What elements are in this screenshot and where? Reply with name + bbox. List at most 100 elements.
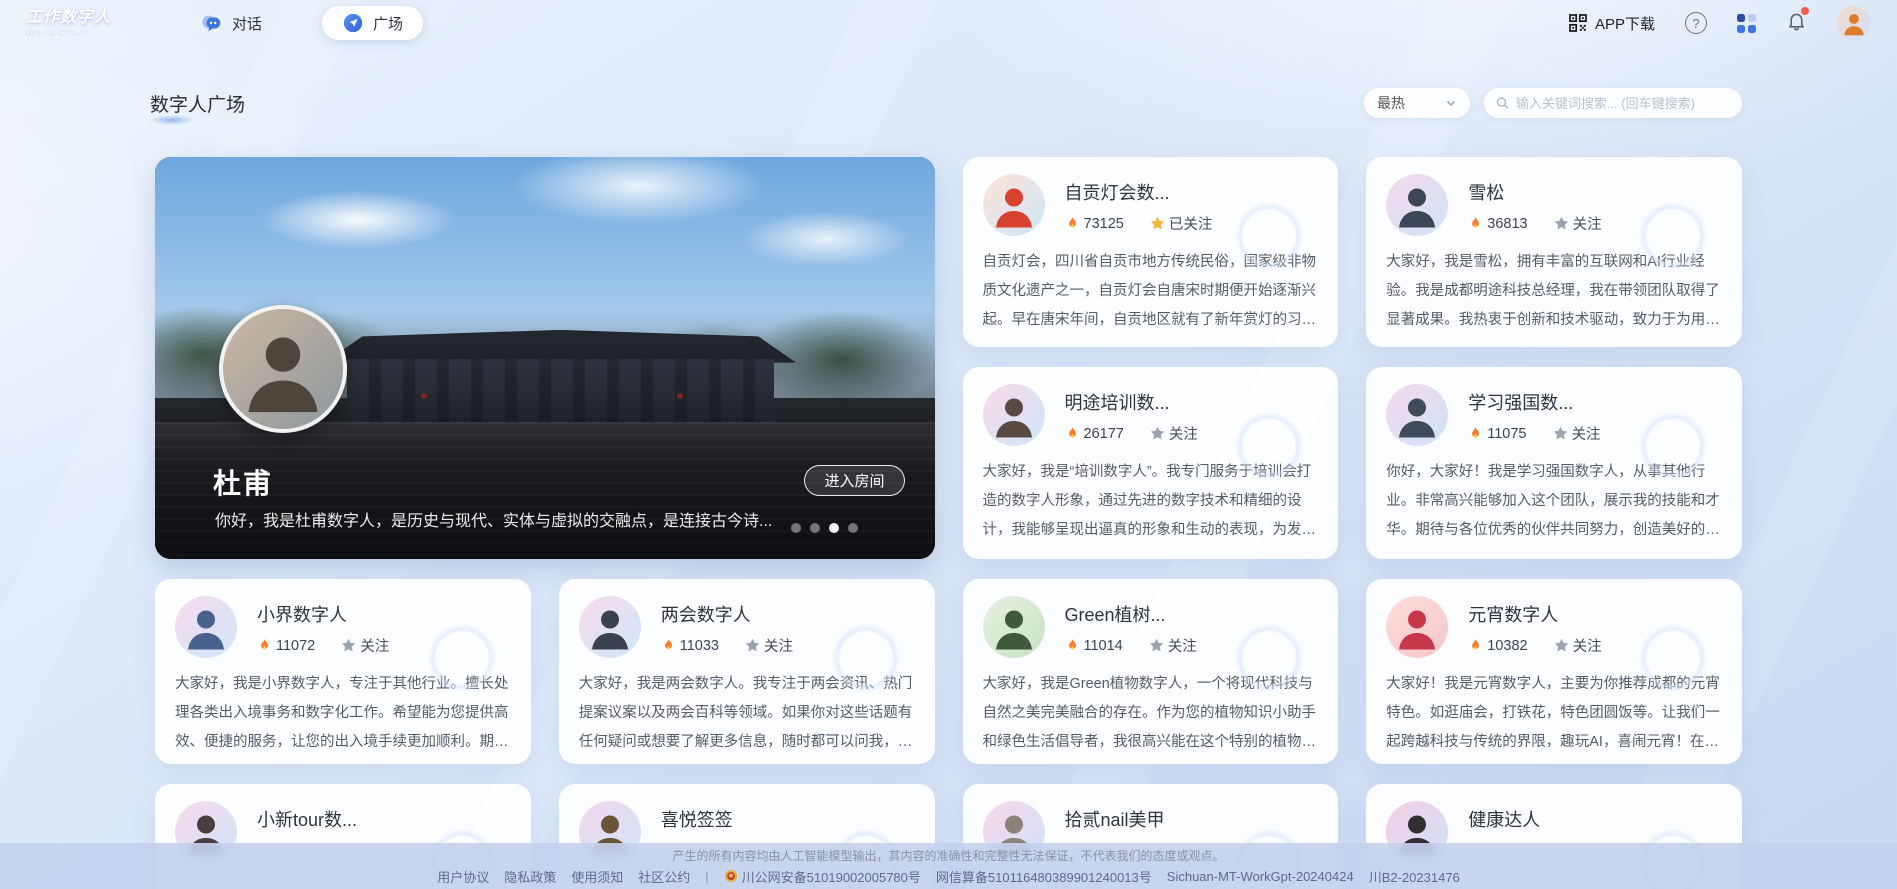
digital-human-card[interactable]: Green植树... 11014 关注 大家好，我是Green植物数字人，一个将… <box>962 579 1339 764</box>
avatar <box>1386 384 1449 446</box>
enter-room-button[interactable]: 进入房间 <box>804 465 905 496</box>
digital-human-card[interactable]: 学习强国数... 11075 关注 你好，大家好！我是学习强国数字人，从事其他行… <box>1366 367 1742 559</box>
digital-human-card[interactable]: 小界数字人 11072 关注 大家好，我是小界数字人，专注于其他行业。擅长处理各… <box>155 579 531 764</box>
chevron-down-icon <box>1446 100 1456 107</box>
follow-button[interactable]: 关注 <box>1554 635 1602 656</box>
avatar <box>982 596 1045 658</box>
digital-human-card[interactable]: 两会数字人 11033 关注 大家好，我是两会数字人。我专注于两会资讯、热门提案… <box>558 579 935 764</box>
app-download-button[interactable]: APP下载 <box>1569 13 1655 34</box>
user-avatar[interactable] <box>1837 6 1871 40</box>
follow-button[interactable]: 关注 <box>1554 213 1602 234</box>
hero-name: 杜甫 <box>213 468 274 499</box>
main-nav: 对话 广场 <box>181 6 424 40</box>
star-icon <box>1150 426 1165 441</box>
follow-button[interactable]: 关注 <box>1150 423 1198 444</box>
avatar <box>175 596 237 658</box>
follow-button[interactable]: 关注 <box>341 635 389 656</box>
follow-button[interactable]: 关注 <box>745 635 793 656</box>
nav-tab-plaza[interactable]: 广场 <box>322 6 424 40</box>
avatar <box>982 174 1045 236</box>
page-footer: 产生的所有内容均由人工智能模型输出，其内容的准确性和完整性无法保证，不代表我们的… <box>0 843 1897 889</box>
police-badge-icon <box>724 869 737 883</box>
enter-room-label: 进入房间 <box>824 473 885 490</box>
digital-human-card[interactable]: 元宵数字人 10382 关注 大家好！我是元宵数字人，主要为你推荐成都的元宵特色… <box>1366 579 1742 764</box>
carousel-dot-active[interactable] <box>829 523 839 533</box>
fire-icon <box>1065 216 1080 231</box>
sort-dropdown[interactable]: 最热 <box>1364 88 1470 118</box>
topbar-right: APP下载 ? <box>1569 6 1871 40</box>
card-name: 学习强国数... <box>1468 393 1574 413</box>
nav-tab-chat[interactable]: 对话 <box>181 6 282 40</box>
avatar <box>1386 596 1449 658</box>
apps-grid-icon[interactable] <box>1737 13 1756 33</box>
digital-human-card[interactable]: 明途培训数... 26177 关注 大家好，我是“培训数字人”。我专门服务于培训… <box>962 367 1339 559</box>
card-description: 大家好，我是Green植物数字人，一个将现代科技与自然之美完美融合的存在。作为您… <box>982 676 1317 750</box>
card-description: 大家好！我是元宵数字人，主要为你推荐成都的元宵特色。如逛庙会，打铁花，特色团圆饭… <box>1386 676 1720 750</box>
app-logo: 工作数字人 WorkChat <box>26 10 111 36</box>
fire-icon <box>1468 638 1483 653</box>
heat-count: 26177 <box>1083 425 1124 442</box>
person-icon <box>237 323 329 415</box>
help-icon[interactable]: ? <box>1685 12 1707 34</box>
fire-icon <box>1468 216 1483 231</box>
heat-count: 10382 <box>1487 637 1528 654</box>
logo-title: 工作数字人 <box>26 9 112 26</box>
heat-count: 11075 <box>1487 425 1527 442</box>
footer-link-privacy-policy[interactable]: 隐私政策 <box>504 867 556 886</box>
follow-button[interactable]: 已关注 <box>1150 213 1213 234</box>
notification-bell[interactable] <box>1786 7 1809 36</box>
card-name: 拾贰nail美甲 <box>1064 810 1165 830</box>
follow-label: 已关注 <box>1168 217 1213 233</box>
carousel-dot[interactable] <box>848 523 858 533</box>
heat-count: 11072 <box>276 637 316 654</box>
icp-record-number[interactable]: 川B2-20231476 <box>1369 867 1460 886</box>
person-icon <box>1841 10 1867 36</box>
search-input[interactable] <box>1515 95 1730 111</box>
logo-subtitle: WorkChat <box>26 27 90 36</box>
carousel-dot[interactable] <box>791 523 801 533</box>
footer-separator: | <box>705 868 709 884</box>
star-icon <box>1554 216 1569 231</box>
fire-icon <box>1065 426 1080 441</box>
digital-human-card[interactable]: 雪松 36813 关注 大家好，我是雪松，拥有丰富的互联网和AI行业经验。我是成… <box>1366 157 1742 347</box>
digital-human-card[interactable]: 自贡灯会数... 73125 已关注 自贡灯会，四川省自贡市地方传统民俗，国家级… <box>962 157 1339 347</box>
help-glyph: ? <box>1692 15 1700 31</box>
police-record-number[interactable]: 川公网安备51019002005780号 <box>742 867 921 886</box>
star-icon <box>1554 638 1569 653</box>
card-description: 大家好，我是“培训数字人”。我专门服务于培训会打造的数字人形象，通过先进的数字技… <box>982 464 1317 538</box>
star-icon <box>341 638 356 653</box>
footer-link-usage-notice[interactable]: 使用须知 <box>571 867 623 886</box>
fire-icon <box>257 638 272 653</box>
follow-label: 关注 <box>360 639 390 655</box>
follow-button[interactable]: 关注 <box>1553 423 1601 444</box>
card-name: 雪松 <box>1468 183 1505 203</box>
footer-link-community-rules[interactable]: 社区公约 <box>638 867 690 886</box>
ai-disclaimer: 产生的所有内容均由人工智能模型输出，其内容的准确性和完整性无法保证，不代表我们的… <box>672 848 1225 863</box>
card-name: 小新tour数... <box>257 810 358 830</box>
fire-icon <box>661 638 676 653</box>
avatar <box>982 384 1045 446</box>
model-record-number: Sichuan-MT-WorkGpt-20240424 <box>1166 868 1354 884</box>
compass-plaza-icon <box>343 13 363 33</box>
hero-carousel-card[interactable]: 杜甫 你好，我是杜甫数字人，是历史与现代、实体与虚拟的交融点，是连接古今诗...… <box>155 157 935 559</box>
plaza-toolbar: 数字人广场 最热 <box>150 88 1742 125</box>
footer-link-user-agreement[interactable]: 用户协议 <box>437 867 489 886</box>
follow-label: 关注 <box>764 639 793 655</box>
notification-dot <box>1801 7 1809 15</box>
sort-value: 最热 <box>1377 95 1405 111</box>
carousel-dots <box>791 523 858 533</box>
hero-description: 你好，我是杜甫数字人，是历史与现代、实体与虚拟的交融点，是连接古今诗... <box>215 513 773 530</box>
carousel-dot[interactable] <box>810 523 820 533</box>
follow-label: 关注 <box>1167 639 1197 655</box>
card-name: 小界数字人 <box>257 605 347 625</box>
follow-label: 关注 <box>1168 427 1198 443</box>
star-icon <box>1553 426 1568 441</box>
follow-button[interactable]: 关注 <box>1149 635 1197 656</box>
heat-count: 36813 <box>1487 215 1528 232</box>
algorithm-record-number[interactable]: 网信算备510116480389901240013号 <box>936 867 1152 886</box>
card-description: 大家好，我是雪松，拥有丰富的互联网和AI行业经验。我是成都明途科技总经理，我在带… <box>1386 254 1720 328</box>
toolbar-controls: 最热 <box>1364 88 1742 118</box>
fire-icon <box>1065 638 1080 653</box>
star-icon <box>745 638 760 653</box>
card-name: 元宵数字人 <box>1468 605 1559 625</box>
